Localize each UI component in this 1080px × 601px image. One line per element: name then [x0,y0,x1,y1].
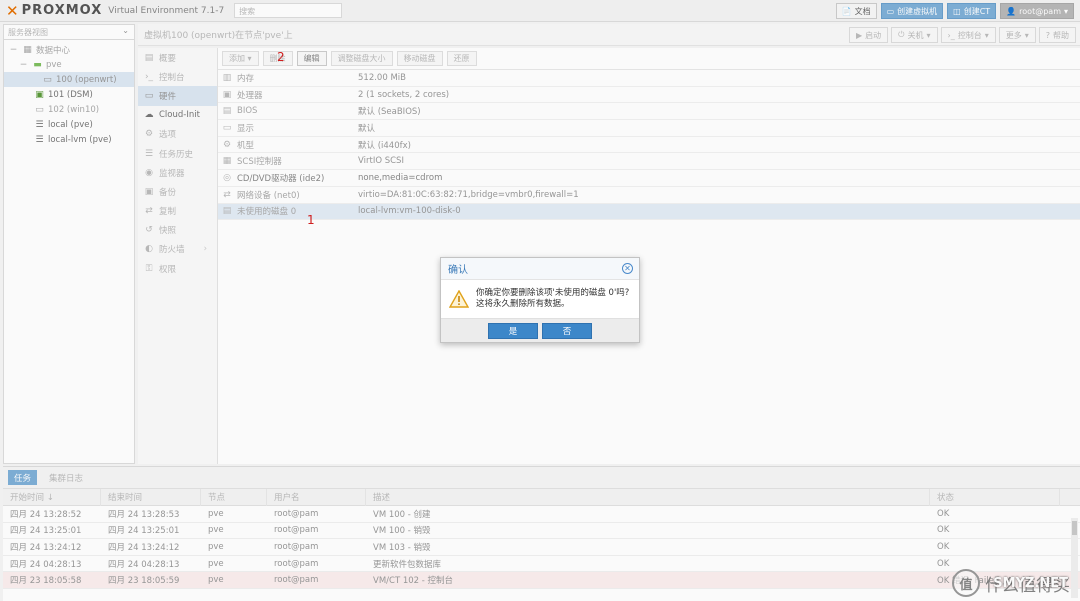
dialog-header: 确认 ✕ [441,258,639,280]
dialog-title: 确认 [448,265,468,276]
dialog-footer: 是 否 [441,318,639,342]
proxmox-app: ✕ PROXMOX Virtual Environment 7.1-7 搜索 📄… [0,0,1080,601]
close-icon[interactable]: ✕ [622,263,633,274]
yes-button[interactable]: 是 [488,322,538,339]
confirm-dialog: 确认 ✕ 你确定你要删除该项'未使用的磁盘 0'吗? 这将永久删除所有数据。 是… [440,257,640,343]
dialog-body: 你确定你要删除该项'未使用的磁盘 0'吗? 这将永久删除所有数据。 [441,280,639,318]
dialog-message-line1: 你确定你要删除该项'未使用的磁盘 0'吗? [476,288,630,298]
dialog-message-line2: 这将永久删除所有数据。 [476,299,570,309]
dialog-message: 你确定你要删除该项'未使用的磁盘 0'吗? 这将永久删除所有数据。 [476,288,629,310]
no-button[interactable]: 否 [542,322,592,339]
warning-icon [449,290,469,308]
